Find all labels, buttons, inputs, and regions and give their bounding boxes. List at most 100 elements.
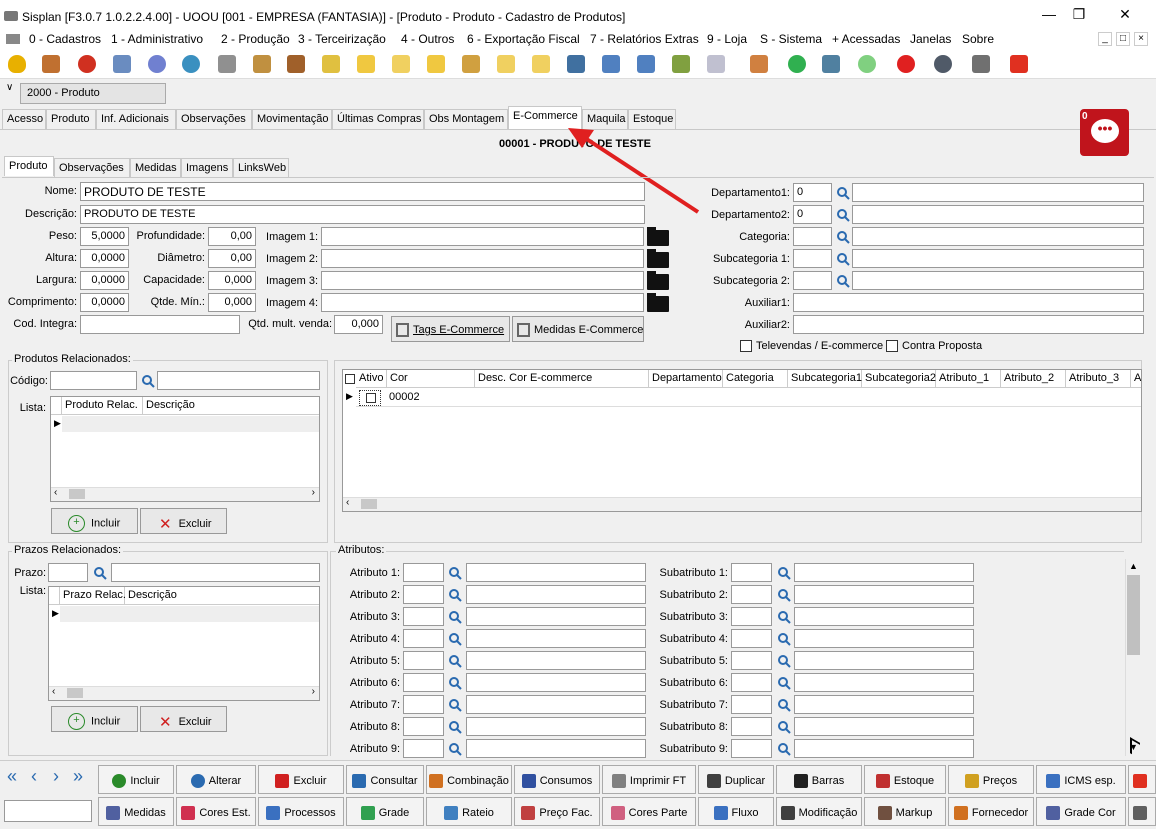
menu-terceirizacao[interactable]: 3 - Terceirização — [298, 32, 386, 46]
consultar-button[interactable]: Consultar — [346, 765, 424, 794]
col-subcategoria1[interactable]: Subcategoria1 — [788, 370, 862, 388]
search-icon[interactable] — [777, 698, 791, 712]
cores-est-button[interactable]: Cores Est. — [176, 797, 256, 826]
subatributo-desc-field[interactable] — [794, 717, 974, 736]
search-icon[interactable] — [448, 698, 462, 712]
subatributo-field[interactable] — [731, 717, 772, 736]
menu-exportacao-fiscal[interactable]: 6 - Exportação Fiscal — [467, 32, 580, 46]
menu-acessadas[interactable]: + Acessadas — [832, 32, 900, 46]
subtab-linksweb[interactable]: LinksWeb — [233, 158, 289, 178]
minimize-button[interactable]: — — [1034, 6, 1064, 26]
incluir-prazo-button[interactable]: + Incluir — [51, 706, 138, 732]
imagem2-field[interactable] — [321, 249, 644, 268]
calculator-icon[interactable] — [972, 55, 990, 73]
alterar-button[interactable]: Alterar — [176, 765, 256, 794]
dep2-field[interactable]: 0 — [793, 205, 832, 224]
menu-administrativo[interactable]: 1 - Administrativo — [111, 32, 203, 46]
col-atributo-1[interactable]: Atributo_1 — [936, 370, 1001, 388]
subatributo-desc-field[interactable] — [794, 695, 974, 714]
tab-ultimas-compras[interactable]: Últimas Compras — [332, 109, 424, 129]
incluir-button[interactable]: Incluir — [98, 765, 174, 794]
col-atributo-2[interactable]: Atributo_2 — [1001, 370, 1066, 388]
subatributo-desc-field[interactable] — [794, 563, 974, 582]
atributo-desc-field[interactable] — [466, 673, 646, 692]
collapse-chevron-icon[interactable]: ∨ — [6, 82, 13, 93]
money-folder-icon[interactable] — [462, 55, 480, 73]
excluir-button[interactable]: Excluir — [258, 765, 344, 794]
exit-icon[interactable] — [1010, 55, 1028, 73]
new-row[interactable] — [60, 606, 319, 622]
menu-cadastros[interactable]: 0 - Cadastros — [29, 32, 101, 46]
imagem3-field[interactable] — [321, 271, 644, 290]
shield-icon[interactable] — [8, 55, 26, 73]
search-icon[interactable] — [448, 720, 462, 734]
search-icon[interactable] — [836, 274, 850, 288]
printer-icon[interactable] — [218, 55, 236, 73]
qtde-min-field[interactable]: 0,000 — [208, 293, 256, 312]
grade-cor-button[interactable]: Grade Cor — [1036, 797, 1126, 826]
dep2-desc-field[interactable] — [852, 205, 1144, 224]
aux1-field[interactable] — [793, 293, 1144, 312]
atributo-field[interactable] — [403, 629, 444, 648]
menu-loja[interactable]: 9 - Loja — [707, 32, 747, 46]
atributo-field[interactable] — [403, 739, 444, 758]
col-descricao[interactable]: Descrição — [125, 587, 319, 605]
folder-icon[interactable] — [647, 271, 669, 290]
incluir-produto-button[interactable]: + Incluir — [51, 508, 138, 534]
codigo-desc-field[interactable] — [157, 371, 320, 390]
search-icon[interactable] — [448, 654, 462, 668]
subatributo-desc-field[interactable] — [794, 673, 974, 692]
monitor-icon[interactable] — [822, 55, 840, 73]
menu-relatorios-extras[interactable]: 7 - Relatórios Extras — [590, 32, 699, 46]
row-ativo-checkbox[interactable] — [359, 390, 381, 406]
categoria-field[interactable] — [793, 227, 832, 246]
users-icon[interactable] — [750, 55, 768, 73]
whatsapp-icon[interactable] — [788, 55, 806, 73]
atributo-field[interactable] — [403, 673, 444, 692]
col-prazo-relac[interactable]: Prazo Relac. — [60, 587, 126, 605]
nav-last-button[interactable]: » — [73, 766, 83, 787]
atributo-field[interactable] — [403, 651, 444, 670]
excluir-produto-button[interactable]: ✕ Excluir — [140, 508, 227, 534]
subatributo-desc-field[interactable] — [794, 607, 974, 626]
form-selector[interactable]: 2000 - Produto — [20, 83, 166, 104]
subtab-produto[interactable]: Produto — [4, 156, 54, 176]
subatributo-desc-field[interactable] — [794, 629, 974, 648]
apple-icon[interactable] — [78, 55, 96, 73]
folder-check-icon[interactable] — [532, 55, 550, 73]
notepad-icon[interactable] — [322, 55, 340, 73]
capacidade-field[interactable]: 0,000 — [208, 271, 256, 290]
subtab-observacoes[interactable]: Observações — [54, 158, 130, 178]
atributo-field[interactable] — [403, 717, 444, 736]
subatributo-field[interactable] — [731, 563, 772, 582]
folder-edit-icon[interactable] — [427, 55, 445, 73]
screen-icon[interactable] — [113, 55, 131, 73]
tab-observacoes[interactable]: Observações — [176, 109, 252, 129]
subatributo-field[interactable] — [731, 651, 772, 670]
contra-proposta-checkbox[interactable] — [886, 340, 898, 352]
search-icon[interactable] — [777, 742, 791, 756]
scroll-thumb[interactable] — [1127, 575, 1140, 655]
shirt-icon[interactable] — [253, 55, 271, 73]
search-icon[interactable] — [777, 720, 791, 734]
tab-acesso[interactable]: Acesso — [2, 109, 46, 129]
search-icon[interactable] — [836, 208, 850, 222]
scroll-up-icon[interactable]: ▲ — [1129, 561, 1138, 571]
subatributo-field[interactable] — [731, 607, 772, 626]
atributo-desc-field[interactable] — [466, 607, 646, 626]
search-icon[interactable] — [777, 676, 791, 690]
combinacao-button[interactable]: Combinação — [426, 765, 512, 794]
televendas-checkbox[interactable] — [740, 340, 752, 352]
atributo-desc-field[interactable] — [466, 739, 646, 758]
atributo-desc-field[interactable] — [466, 651, 646, 670]
vertical-scrollbar[interactable]: ▲ ▼ — [1125, 559, 1141, 756]
largura-field[interactable]: 0,0000 — [80, 271, 129, 290]
atributo-field[interactable] — [403, 563, 444, 582]
col-subcategoria2[interactable]: Subcategoria2 — [862, 370, 936, 388]
diametro-field[interactable]: 0,00 — [208, 249, 256, 268]
icms-esp-button[interactable]: ICMS esp. — [1036, 765, 1126, 794]
folder-doc-icon[interactable] — [497, 55, 515, 73]
precos-button[interactable]: Preços — [948, 765, 1034, 794]
cores-parte-button[interactable]: Cores Parte — [602, 797, 696, 826]
estoque-button[interactable]: Estoque — [864, 765, 946, 794]
